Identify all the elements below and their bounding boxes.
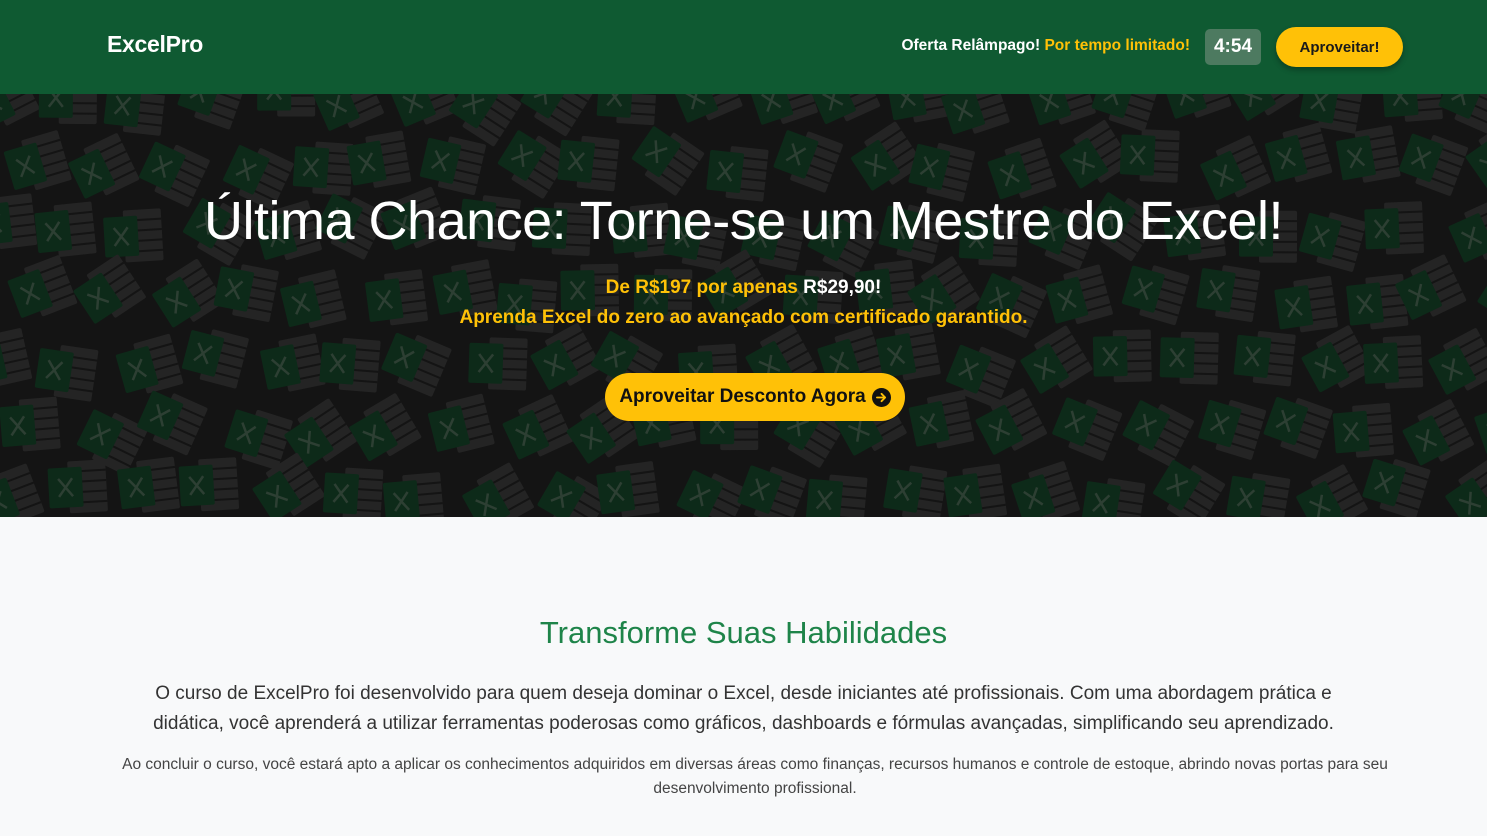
excel-logo-icon bbox=[557, 135, 620, 192]
excel-logo-icon bbox=[1119, 129, 1180, 183]
excel-logo-icon bbox=[1263, 396, 1333, 459]
excel-logo-icon bbox=[313, 94, 384, 131]
arrow-right-circle-icon bbox=[871, 387, 891, 407]
excel-logo-icon bbox=[322, 467, 384, 517]
excel-logo-icon bbox=[1092, 329, 1152, 383]
excel-logo-icon bbox=[1438, 94, 1487, 134]
excel-logo-icon bbox=[462, 462, 534, 517]
excel-logo-icon bbox=[1122, 400, 1194, 467]
excel-logo-icon bbox=[381, 332, 452, 397]
excel-logo-icon bbox=[181, 329, 249, 389]
excel-logo-icon bbox=[349, 393, 422, 462]
excel-logo-icon bbox=[941, 94, 1010, 135]
section-title: Transforme Suas Habilidades bbox=[539, 615, 948, 650]
excel-logo-icon bbox=[502, 394, 574, 460]
excel-logo-icon bbox=[883, 465, 948, 517]
excel-logo-icon bbox=[177, 94, 247, 130]
excel-logo-icon bbox=[1332, 402, 1395, 458]
excel-logo-icon bbox=[0, 463, 45, 517]
brand-logo[interactable]: ExcelPro bbox=[107, 31, 203, 58]
excel-logo-icon bbox=[427, 393, 495, 453]
excel-logo-icon bbox=[737, 465, 807, 517]
excel-logo-icon bbox=[178, 457, 240, 512]
excel-logo-icon bbox=[1052, 397, 1123, 461]
excel-logo-icon bbox=[1296, 464, 1368, 517]
excel-logo-icon bbox=[1264, 122, 1333, 183]
top-navbar: ExcelPro Oferta Relâmpago! Por tempo lim… bbox=[0, 0, 1487, 94]
excel-logo-icon bbox=[0, 94, 40, 130]
header-cta-button[interactable]: Aproveitar! bbox=[1276, 27, 1403, 67]
excel-logo-icon bbox=[1027, 94, 1096, 126]
excel-logo-icon bbox=[676, 470, 748, 517]
excel-logo-icon bbox=[382, 472, 445, 517]
excel-logo-icon bbox=[1363, 335, 1424, 389]
excel-logo-icon bbox=[390, 94, 461, 127]
skills-section: Transforme Suas Habilidades O curso de E… bbox=[0, 517, 1487, 836]
excel-logo-icon bbox=[520, 94, 593, 137]
excel-logo-icon bbox=[319, 337, 381, 393]
excel-logo-icon bbox=[346, 130, 412, 188]
price-prefix: De R$197 por apenas bbox=[605, 277, 798, 298]
excel-logo-icon bbox=[0, 328, 33, 387]
excel-logo-icon bbox=[672, 94, 743, 123]
section-paragraph-secondary: Ao concluir o curso, você estará apto a … bbox=[122, 756, 1388, 797]
excel-logo-icon bbox=[1198, 399, 1267, 460]
excel-logo-icon bbox=[1445, 459, 1487, 517]
excel-logo-icon bbox=[749, 94, 818, 125]
excel-logo-icon bbox=[292, 141, 354, 196]
excel-logo-icon bbox=[1301, 325, 1374, 393]
excel-logo-icon bbox=[1020, 325, 1093, 394]
excel-logo-icon bbox=[1153, 459, 1226, 517]
hero-section: Última Chance: Torne-se um Mestre do Exc… bbox=[0, 94, 1487, 517]
hero-cta-button[interactable]: Aproveitar Desconto Agora bbox=[605, 373, 905, 421]
hero-subtitle: Aprenda Excel do zero ao avançado com ce… bbox=[459, 307, 1028, 328]
excel-logo-icon bbox=[596, 94, 658, 126]
hero-cta-label: Aproveitar Desconto Agora bbox=[619, 386, 866, 407]
excel-logo-icon bbox=[1402, 399, 1474, 466]
excel-logo-icon bbox=[631, 126, 705, 196]
excel-logo-icon bbox=[805, 474, 868, 517]
excel-logo-icon bbox=[257, 94, 316, 117]
offer-highlight: Por tempo limitado! bbox=[1044, 37, 1190, 54]
excel-logo-icon bbox=[596, 461, 660, 517]
flash-offer-text: Oferta Relâmpago! Por tempo limitado! bbox=[901, 37, 1190, 55]
hero-title: Última Chance: Torne-se um Mestre do Exc… bbox=[204, 191, 1283, 251]
excel-pattern-background bbox=[0, 94, 1487, 517]
excel-logo-icon bbox=[1227, 94, 1300, 121]
excel-logo-icon bbox=[1335, 125, 1401, 183]
excel-logo-icon bbox=[1428, 328, 1487, 395]
excel-logo-icon bbox=[1162, 94, 1232, 119]
excel-logo-icon bbox=[1233, 331, 1296, 387]
section-paragraph-main: O curso de ExcelPro foi desenvolvido par… bbox=[153, 683, 1334, 734]
excel-logo-icon bbox=[850, 121, 924, 191]
excel-logo-icon bbox=[908, 390, 975, 449]
excel-logo-icon bbox=[34, 345, 99, 402]
excel-logo-icon bbox=[1226, 473, 1291, 517]
offer-label: Oferta Relâmpago! bbox=[901, 37, 1041, 54]
hero-price: De R$197 por apenas R$29,90! bbox=[0, 277, 1487, 299]
excel-logo-icon bbox=[103, 94, 167, 136]
excel-logo-icon bbox=[1011, 461, 1080, 517]
excel-logo-icon bbox=[773, 130, 843, 193]
excel-logo-icon bbox=[809, 94, 881, 124]
excel-logo-icon bbox=[1081, 478, 1146, 517]
countdown-timer: 4:54 bbox=[1205, 29, 1261, 65]
excel-logo-icon bbox=[38, 94, 98, 125]
excel-logo-icon bbox=[1474, 406, 1487, 455]
excel-logo-icon bbox=[47, 459, 108, 514]
excel-logo-icon bbox=[943, 463, 1008, 517]
excel-logo-icon bbox=[260, 333, 326, 392]
excel-logo-icon bbox=[3, 130, 72, 190]
excel-logo-icon bbox=[530, 323, 603, 391]
excel-logo-icon bbox=[1398, 133, 1469, 196]
excel-logo-icon bbox=[0, 396, 61, 452]
excel-logo-icon bbox=[137, 390, 208, 456]
excel-logo-icon bbox=[1381, 94, 1443, 122]
excel-logo-icon bbox=[419, 136, 486, 196]
excel-logo-icon bbox=[115, 333, 184, 394]
excel-logo-icon bbox=[1159, 331, 1219, 385]
price-value: R$29,90! bbox=[803, 277, 882, 298]
excel-logo-icon bbox=[468, 337, 528, 391]
